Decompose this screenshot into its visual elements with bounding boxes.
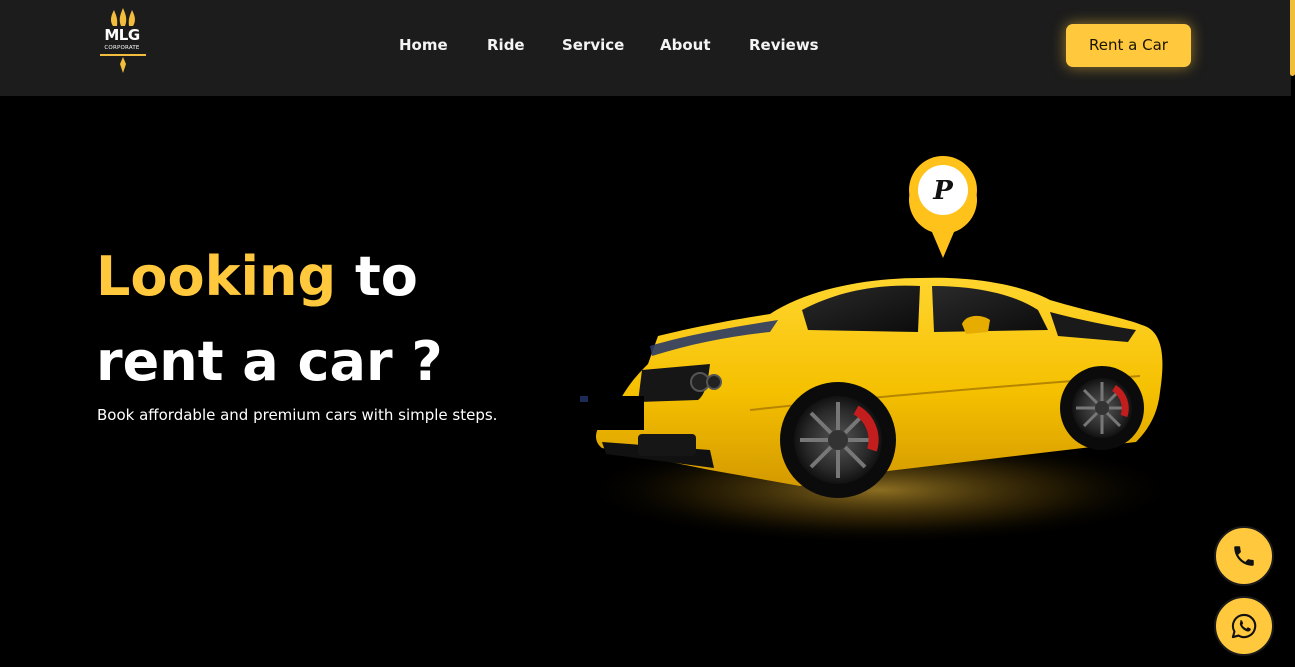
phone-icon [1234,546,1254,566]
nav-link-ride[interactable]: Ride [487,33,525,57]
call-button[interactable] [1214,526,1274,586]
car-image: P [580,156,1180,545]
rent-a-car-button[interactable]: Rent a Car [1066,24,1191,67]
nav-link-about[interactable]: About [660,33,711,57]
page: MLG CORPORATE Home Ride Service About Re… [0,0,1295,667]
hero-title: Looking to rent a car ? [96,234,443,404]
nav-link-home[interactable]: Home [399,33,448,57]
parking-pin-icon: P [909,156,977,258]
logo-text: MLG [104,26,140,44]
hero-car-illustration: P [580,150,1180,550]
hero-title-accent: Looking [96,245,337,308]
whatsapp-button[interactable] [1214,596,1274,656]
hero-title-rest: to [336,245,418,308]
logo-subtext: CORPORATE [104,45,140,51]
site-header: MLG CORPORATE Home Ride Service About Re… [0,0,1291,96]
scroll-indicator [1290,0,1295,76]
nav-link-service[interactable]: Service [562,33,624,57]
hero-subtitle: Book affordable and premium cars with si… [97,406,498,424]
hero-title-line2: rent a car ? [96,330,443,393]
brand-logo[interactable]: MLG CORPORATE [94,8,152,76]
pin-letter: P [932,176,954,206]
whatsapp-icon [1231,613,1257,639]
nav-link-reviews[interactable]: Reviews [749,33,819,57]
